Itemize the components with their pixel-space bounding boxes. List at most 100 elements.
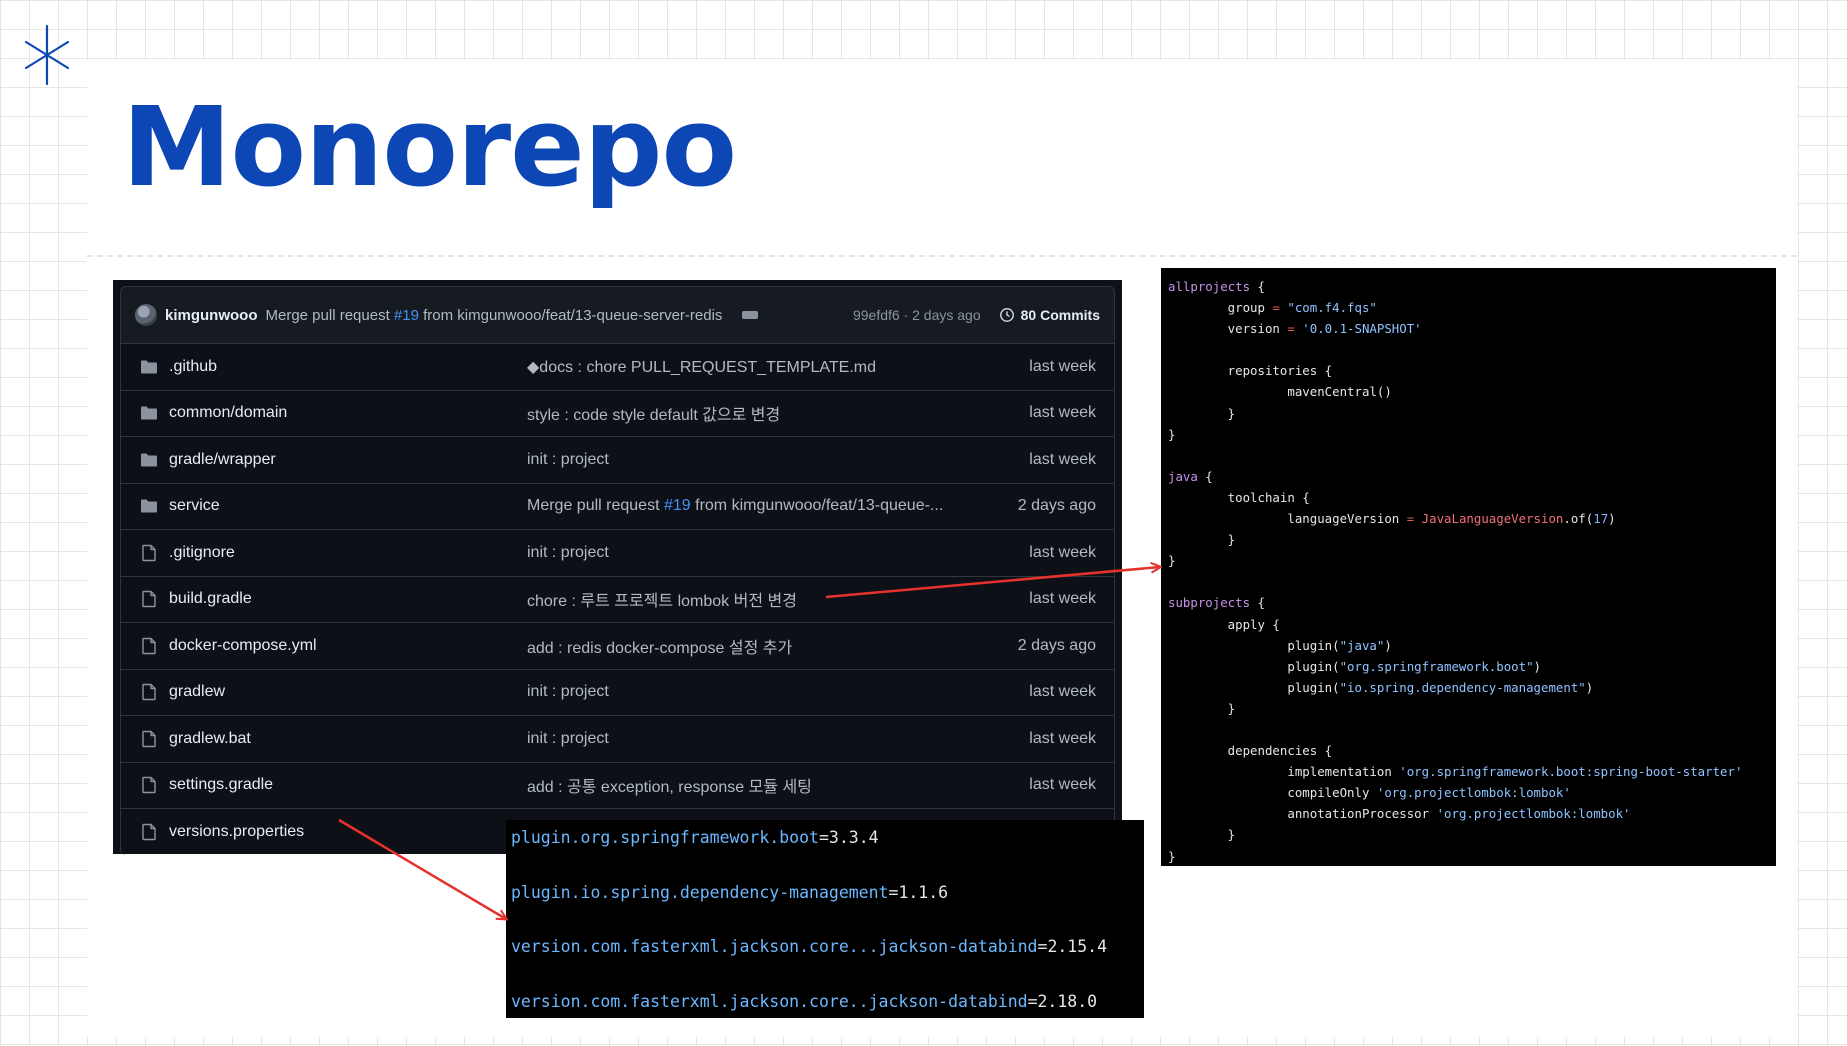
versions-properties-code: plugin.org.springframework.boot=3.3.4plu… bbox=[506, 820, 1144, 1018]
file-commit-message[interactable]: init : project bbox=[527, 683, 986, 701]
file-age: last week bbox=[986, 683, 1096, 701]
file-age: last week bbox=[986, 544, 1096, 562]
file-commit-message[interactable]: ◆docs : chore PULL_REQUEST_TEMPLATE.md bbox=[527, 357, 986, 377]
file-row[interactable]: gradlewinit : projectlast week bbox=[121, 670, 1114, 717]
history-icon bbox=[999, 307, 1015, 323]
file-row[interactable]: common/domainstyle : code style default … bbox=[121, 391, 1114, 438]
code-line: version = '0.0.1-SNAPSHOT' bbox=[1168, 318, 1776, 339]
file-icon bbox=[139, 589, 159, 609]
build-gradle-code: allprojects { group = "com.f4.fqs" versi… bbox=[1161, 268, 1776, 866]
code-line bbox=[1168, 445, 1776, 466]
code-line: plugin("java") bbox=[1168, 635, 1776, 656]
ellipsis-icon[interactable] bbox=[742, 311, 758, 319]
file-icon bbox=[139, 729, 159, 749]
code-line bbox=[1168, 571, 1776, 592]
code-line: toolchain { bbox=[1168, 487, 1776, 508]
file-age: last week bbox=[986, 451, 1096, 469]
avatar[interactable] bbox=[135, 304, 157, 326]
file-name[interactable]: common/domain bbox=[169, 404, 527, 422]
pr-link[interactable]: #19 bbox=[664, 497, 691, 514]
slide-title: Monorepo bbox=[122, 92, 736, 202]
file-row[interactable]: build.gradlechore : 루트 프로젝트 lombok 버전 변경… bbox=[121, 577, 1114, 624]
file-name[interactable]: .github bbox=[169, 358, 527, 376]
file-row[interactable]: serviceMerge pull request #19 from kimgu… bbox=[121, 484, 1114, 531]
file-icon bbox=[139, 682, 159, 702]
code-line: subprojects { bbox=[1168, 592, 1776, 613]
code-line bbox=[1168, 339, 1776, 360]
commit-sha-time[interactable]: 99efdf6 · 2 days ago bbox=[853, 307, 981, 323]
file-commit-message[interactable]: init : project bbox=[527, 544, 986, 562]
pr-link[interactable]: #19 bbox=[394, 307, 419, 324]
file-name[interactable]: gradlew.bat bbox=[169, 730, 527, 748]
commit-author[interactable]: kimgunwooo bbox=[165, 307, 258, 324]
repo-file-browser: kimgunwooo Merge pull request #19 from k… bbox=[113, 280, 1122, 854]
latest-commit-bar: kimgunwooo Merge pull request #19 from k… bbox=[121, 287, 1114, 344]
file-commit-message[interactable]: add : redis docker-compose 설정 추가 bbox=[527, 634, 986, 658]
code-line: mavenCentral() bbox=[1168, 381, 1776, 402]
code-line: } bbox=[1168, 529, 1776, 550]
code-line: } bbox=[1168, 698, 1776, 719]
file-row[interactable]: gradlew.batinit : projectlast week bbox=[121, 716, 1114, 763]
property-line: version.com.fasterxml.jackson.core...jac… bbox=[511, 937, 1144, 992]
file-age: last week bbox=[986, 358, 1096, 376]
folder-icon bbox=[139, 403, 159, 423]
file-age: last week bbox=[986, 730, 1096, 748]
file-name[interactable]: docker-compose.yml bbox=[169, 637, 527, 655]
commit-message[interactable]: Merge pull request #19 from kimgunwooo/f… bbox=[266, 307, 723, 324]
file-age: 2 days ago bbox=[986, 637, 1096, 655]
code-line: plugin("org.springframework.boot") bbox=[1168, 656, 1776, 677]
file-row[interactable]: .github◆docs : chore PULL_REQUEST_TEMPLA… bbox=[121, 344, 1114, 391]
asterisk-icon bbox=[22, 22, 72, 88]
file-commit-message[interactable]: init : project bbox=[527, 451, 986, 469]
file-icon bbox=[139, 822, 159, 842]
file-row[interactable]: gradle/wrapperinit : projectlast week bbox=[121, 437, 1114, 484]
file-row[interactable]: .gitignoreinit : projectlast week bbox=[121, 530, 1114, 577]
file-age: last week bbox=[986, 404, 1096, 422]
code-line: repositories { bbox=[1168, 360, 1776, 381]
file-age: 2 days ago bbox=[986, 497, 1096, 515]
file-age: last week bbox=[986, 776, 1096, 794]
property-line: plugin.io.spring.dependency-management=1… bbox=[511, 883, 1144, 938]
folder-icon bbox=[139, 496, 159, 516]
file-commit-message[interactable]: style : code style default 값으로 변경 bbox=[527, 401, 986, 425]
property-line: plugin.org.springframework.boot=3.3.4 bbox=[511, 828, 1144, 883]
file-name[interactable]: versions.properties bbox=[169, 823, 527, 841]
code-line: dependencies { bbox=[1168, 740, 1776, 761]
code-line: } bbox=[1168, 824, 1776, 845]
code-line: } bbox=[1168, 424, 1776, 445]
code-line: java { bbox=[1168, 466, 1776, 487]
file-name[interactable]: .gitignore bbox=[169, 544, 527, 562]
file-commit-message[interactable]: Merge pull request #19 from kimgunwooo/f… bbox=[527, 497, 986, 515]
code-line: } bbox=[1168, 403, 1776, 424]
code-line: languageVersion = JavaLanguageVersion.of… bbox=[1168, 508, 1776, 529]
file-age: last week bbox=[986, 590, 1096, 608]
file-name[interactable]: gradle/wrapper bbox=[169, 451, 527, 469]
code-line: } bbox=[1168, 550, 1776, 571]
folder-icon bbox=[139, 450, 159, 470]
file-name[interactable]: gradlew bbox=[169, 683, 527, 701]
file-icon bbox=[139, 775, 159, 795]
code-line bbox=[1168, 719, 1776, 740]
commits-link[interactable]: 80 Commits bbox=[999, 307, 1100, 323]
code-line: compileOnly 'org.projectlombok:lombok' bbox=[1168, 782, 1776, 803]
file-icon bbox=[139, 636, 159, 656]
code-line: group = "com.f4.fqs" bbox=[1168, 297, 1776, 318]
file-commit-message[interactable]: chore : 루트 프로젝트 lombok 버전 변경 bbox=[527, 587, 986, 611]
code-line: apply { bbox=[1168, 614, 1776, 635]
file-row[interactable]: docker-compose.ymladd : redis docker-com… bbox=[121, 623, 1114, 670]
property-line: version.com.fasterxml.jackson.core..jack… bbox=[511, 992, 1144, 1046]
code-line: allprojects { bbox=[1168, 276, 1776, 297]
code-line: annotationProcessor 'org.projectlombok:l… bbox=[1168, 803, 1776, 824]
file-list: .github◆docs : chore PULL_REQUEST_TEMPLA… bbox=[121, 344, 1114, 855]
file-commit-message[interactable]: init : project bbox=[527, 730, 986, 748]
file-commit-message[interactable]: add : 공통 exception, response 모듈 세팅 bbox=[527, 773, 986, 797]
code-line: plugin("io.spring.dependency-management"… bbox=[1168, 677, 1776, 698]
file-row[interactable]: settings.gradleadd : 공통 exception, respo… bbox=[121, 763, 1114, 810]
folder-icon bbox=[139, 357, 159, 377]
code-line: } bbox=[1168, 846, 1776, 867]
code-line: implementation 'org.springframework.boot… bbox=[1168, 761, 1776, 782]
file-name[interactable]: settings.gradle bbox=[169, 776, 527, 794]
file-name[interactable]: service bbox=[169, 497, 527, 515]
file-name[interactable]: build.gradle bbox=[169, 590, 527, 608]
file-icon bbox=[139, 543, 159, 563]
